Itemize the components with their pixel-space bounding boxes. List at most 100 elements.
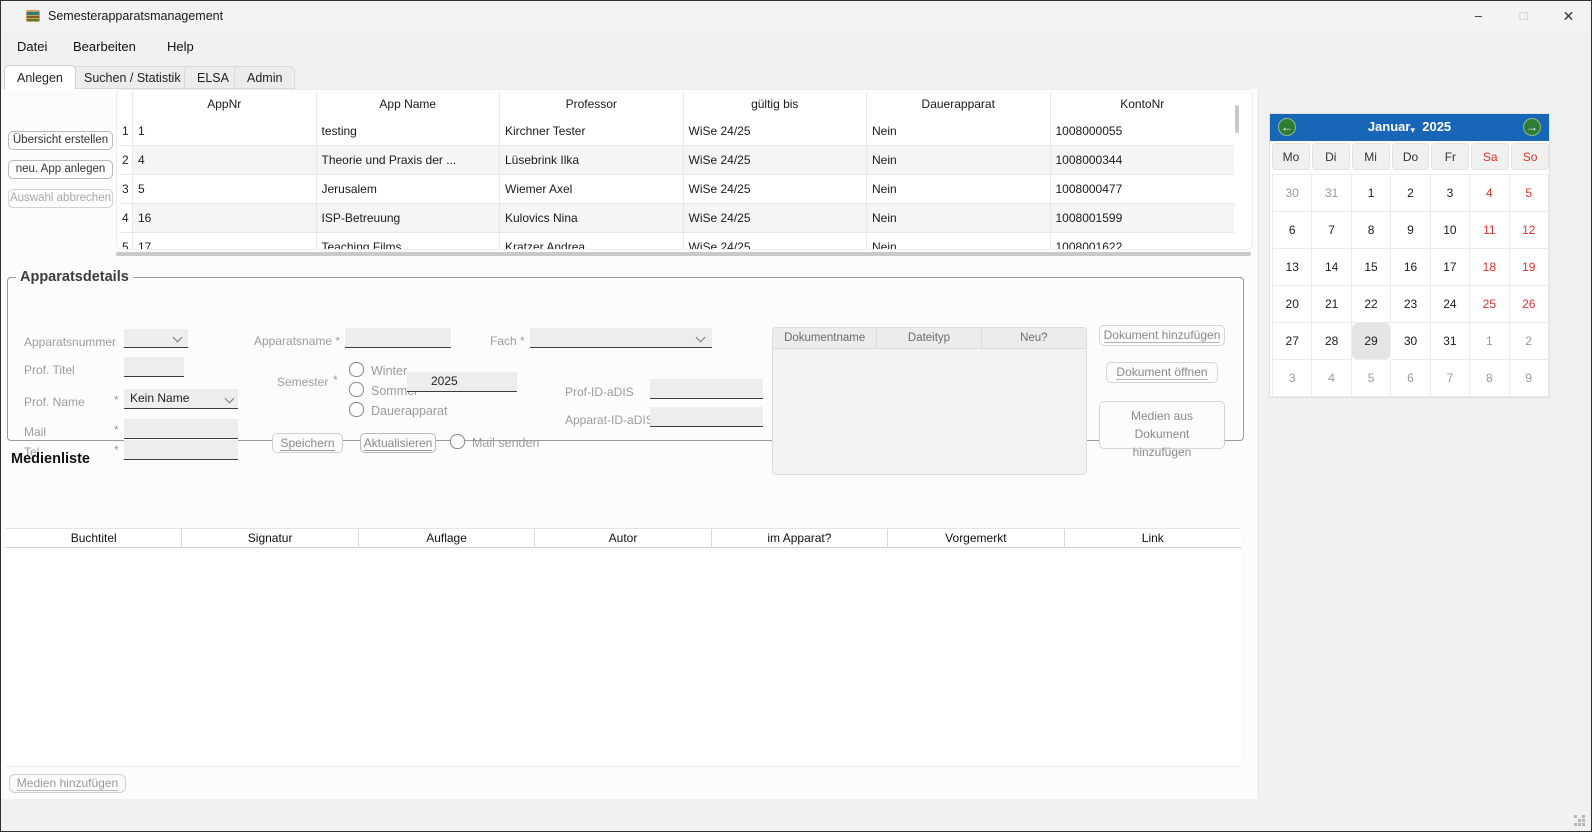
tel-input[interactable] bbox=[124, 440, 238, 460]
calendar-day[interactable]: 2 bbox=[1391, 175, 1430, 212]
column-header[interactable]: Auflage bbox=[359, 529, 535, 548]
calendar-day[interactable]: 8 bbox=[1470, 360, 1509, 397]
maximize-button[interactable]: □ bbox=[1501, 1, 1546, 31]
prof-titel-input[interactable] bbox=[124, 357, 184, 377]
column-header[interactable]: Autor bbox=[535, 529, 711, 548]
column-header[interactable]: Neu? bbox=[982, 328, 1086, 349]
dokument-hinzufuegen-button[interactable]: Dokument hinzufügen bbox=[1099, 325, 1225, 346]
medien-aus-dokument-button[interactable]: Medien aus Dokument hinzufügen bbox=[1099, 401, 1225, 449]
calendar-day[interactable]: 30 bbox=[1273, 175, 1312, 212]
calendar-day[interactable]: 6 bbox=[1391, 360, 1430, 397]
horizontal-scrollbar[interactable] bbox=[116, 252, 1251, 256]
calendar-day[interactable]: 25 bbox=[1470, 286, 1509, 323]
calendar-day[interactable]: 4 bbox=[1312, 360, 1351, 397]
dokument-oeffnen-button[interactable]: Dokument öffnen bbox=[1106, 362, 1218, 383]
sommer-radio[interactable] bbox=[349, 382, 364, 397]
medien-hinzufuegen-button[interactable]: Medien hinzufügen bbox=[9, 774, 126, 793]
aktualisieren-button[interactable]: Aktualisieren bbox=[360, 433, 436, 453]
calendar-day[interactable]: 28 bbox=[1312, 323, 1351, 360]
calendar-day[interactable]: 18 bbox=[1470, 249, 1509, 286]
column-header[interactable]: Dateityp bbox=[877, 328, 981, 349]
calendar-day[interactable]: 30 bbox=[1391, 323, 1430, 360]
calendar-day[interactable]: 12 bbox=[1510, 212, 1549, 249]
apparat-id-adis-input[interactable] bbox=[650, 407, 763, 427]
calendar-year[interactable]: 2025 bbox=[1422, 119, 1451, 134]
calendar-day[interactable]: 16 bbox=[1391, 249, 1430, 286]
calendar-day[interactable]: 7 bbox=[1312, 212, 1351, 249]
calendar-day[interactable]: 26 bbox=[1510, 286, 1549, 323]
calendar-month[interactable]: Januar bbox=[1368, 119, 1411, 134]
table-row[interactable]: 24Theorie und Praxis der ...Lüsebrink Il… bbox=[120, 146, 1234, 175]
calendar-day[interactable]: 5 bbox=[1510, 175, 1549, 212]
calendar-day[interactable]: 6 bbox=[1273, 212, 1312, 249]
calendar-day[interactable]: 31 bbox=[1312, 175, 1351, 212]
tab-anlegen[interactable]: Anlegen bbox=[4, 65, 76, 90]
table-row[interactable]: 416ISP-BetreuungKulovics NinaWiSe 24/25N… bbox=[120, 204, 1234, 233]
prof-id-adis-input[interactable] bbox=[650, 379, 763, 399]
calendar-day[interactable]: 14 bbox=[1312, 249, 1351, 286]
calendar-day[interactable]: 31 bbox=[1431, 323, 1470, 360]
column-header[interactable]: im Apparat? bbox=[712, 529, 888, 548]
calendar-day[interactable]: 8 bbox=[1352, 212, 1391, 249]
calendar-day[interactable]: 9 bbox=[1510, 360, 1549, 397]
resize-grip-icon[interactable] bbox=[1574, 815, 1577, 818]
calendar-day[interactable]: 3 bbox=[1273, 360, 1312, 397]
calendar-month-year[interactable]: Januar▾ 2025 bbox=[1270, 119, 1549, 136]
calendar-day[interactable]: 1 bbox=[1470, 323, 1509, 360]
calendar-day[interactable]: 23 bbox=[1391, 286, 1430, 323]
calendar-day[interactable]: 10 bbox=[1431, 212, 1470, 249]
column-header[interactable]: Professor bbox=[500, 92, 684, 117]
menu-bearbeiten[interactable]: Bearbeiten bbox=[73, 39, 136, 54]
apparatsname-input[interactable] bbox=[345, 328, 451, 348]
column-header[interactable]: Dauerapparat bbox=[867, 92, 1051, 117]
neu-app-anlegen-button[interactable]: neu. App anlegen bbox=[8, 160, 113, 179]
column-header[interactable]: Link bbox=[1065, 529, 1241, 548]
calendar-day[interactable]: 13 bbox=[1273, 249, 1312, 286]
winter-radio[interactable] bbox=[349, 362, 364, 377]
dauerapparat-radio[interactable] bbox=[349, 402, 364, 417]
calendar-day[interactable]: 2 bbox=[1510, 323, 1549, 360]
column-header[interactable]: gültig bis bbox=[684, 92, 868, 117]
close-button[interactable]: ✕ bbox=[1546, 1, 1591, 31]
column-header[interactable]: KontoNr bbox=[1051, 92, 1235, 117]
calendar-day[interactable]: 1 bbox=[1352, 175, 1391, 212]
menu-help[interactable]: Help bbox=[167, 39, 194, 54]
calendar-day[interactable]: 27 bbox=[1273, 323, 1312, 360]
column-header[interactable]: Dokumentname bbox=[773, 328, 877, 349]
mail-senden-radio[interactable] bbox=[450, 434, 465, 449]
calendar-day[interactable]: 22 bbox=[1352, 286, 1391, 323]
calendar-day[interactable]: 29 bbox=[1352, 323, 1391, 360]
mail-input[interactable] bbox=[124, 419, 238, 439]
calendar-day[interactable]: 20 bbox=[1273, 286, 1312, 323]
semester-year-input[interactable]: 2025 bbox=[407, 372, 517, 392]
calendar-day[interactable]: 5 bbox=[1352, 360, 1391, 397]
calendar-day[interactable]: 15 bbox=[1352, 249, 1391, 286]
calendar-day[interactable]: 21 bbox=[1312, 286, 1351, 323]
calendar-day[interactable]: 11 bbox=[1470, 212, 1509, 249]
column-header[interactable]: Buchtitel bbox=[6, 529, 182, 548]
calendar-day[interactable]: 24 bbox=[1431, 286, 1470, 323]
table-row[interactable]: 11testingKirchner TesterWiSe 24/25Nein10… bbox=[120, 117, 1234, 146]
tab-suchen-statistik[interactable]: Suchen / Statistik bbox=[71, 66, 194, 89]
calendar-next-icon[interactable]: → bbox=[1523, 118, 1541, 136]
auswahl-abbrechen-button[interactable]: Auswahl abbrechen bbox=[8, 189, 113, 208]
column-header[interactable]: Vorgemerkt bbox=[888, 529, 1064, 548]
tab-admin[interactable]: Admin bbox=[234, 66, 295, 89]
calendar-day[interactable]: 19 bbox=[1510, 249, 1549, 286]
calendar-day[interactable]: 4 bbox=[1470, 175, 1509, 212]
table-row[interactable]: 517Teaching FilmsKratzer AndreaWiSe 24/2… bbox=[120, 233, 1234, 250]
prof-name-dropdown[interactable]: Kein Name bbox=[124, 389, 238, 409]
column-header[interactable]: App Name bbox=[317, 92, 501, 117]
calendar-day[interactable]: 7 bbox=[1431, 360, 1470, 397]
uebersicht-erstellen-button[interactable]: Übersicht erstellen bbox=[8, 131, 113, 150]
column-header[interactable]: AppNr bbox=[133, 92, 317, 117]
vertical-scrollbar[interactable] bbox=[1235, 105, 1239, 133]
menu-datei[interactable]: Datei bbox=[17, 39, 47, 54]
calendar-day[interactable]: 9 bbox=[1391, 212, 1430, 249]
table-row[interactable]: 35JerusalemWiemer AxelWiSe 24/25Nein1008… bbox=[120, 175, 1234, 204]
speichern-button[interactable]: Speichern bbox=[272, 433, 343, 453]
apparatsnummer-dropdown[interactable] bbox=[124, 329, 188, 348]
minimize-button[interactable]: – bbox=[1456, 1, 1501, 31]
calendar-day[interactable]: 17 bbox=[1431, 249, 1470, 286]
column-header[interactable]: Signatur bbox=[182, 529, 358, 548]
